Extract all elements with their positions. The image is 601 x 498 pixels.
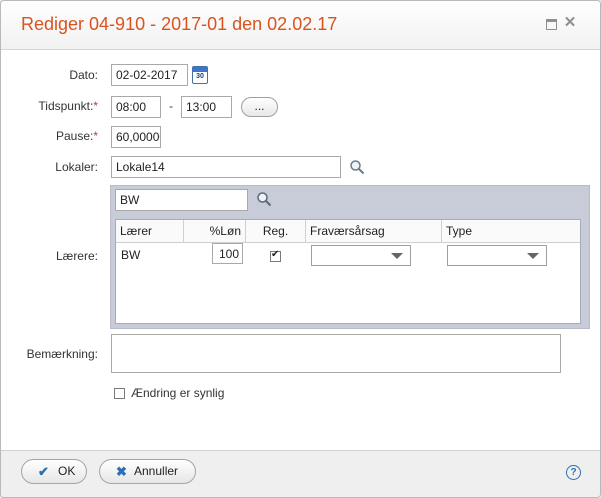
time-more-button[interactable]: ... — [241, 97, 278, 117]
column-header-teacher[interactable]: Lærer — [116, 220, 184, 242]
teacher-cell: BW — [121, 248, 141, 262]
chevron-down-icon — [391, 253, 403, 259]
cancel-button[interactable]: ✖ Annuller — [99, 459, 196, 484]
required-mark: * — [93, 99, 98, 113]
column-header-registered[interactable]: Reg. — [246, 220, 306, 242]
time-label-text: Tidspunkt: — [38, 99, 94, 113]
type-select[interactable] — [447, 245, 547, 266]
teacher-filter-input[interactable]: BW — [115, 189, 248, 211]
close-icon: ✖ — [116, 464, 127, 479]
teachers-label: Lærere: — [55, 249, 98, 263]
time-to-input[interactable]: 13:00 — [181, 96, 232, 118]
registered-checkbox[interactable] — [270, 249, 281, 262]
column-header-type[interactable]: Type — [442, 220, 578, 242]
search-icon[interactable] — [256, 191, 272, 207]
teachers-panel: BW Lærer %Løn Reg. Fraværsårsag Type BW … — [110, 185, 590, 329]
salary-pct-input[interactable]: 100 — [212, 243, 243, 264]
dialog-footer: ✔ OK ✖ Annuller ? — [1, 450, 600, 497]
date-label: Dato: — [69, 68, 98, 82]
column-header-salary[interactable]: %Løn — [184, 220, 246, 242]
time-from-input[interactable]: 08:00 — [111, 96, 161, 118]
remark-textarea[interactable] — [111, 334, 561, 373]
dialog-title: Rediger 04-910 - 2017-01 den 02.02.17 — [21, 14, 338, 34]
check-icon: ✔ — [38, 464, 49, 479]
teachers-grid: Lærer %Løn Reg. Fraværsårsag Type BW 100 — [115, 219, 581, 324]
help-icon[interactable]: ? — [566, 465, 581, 480]
visible-change-label: Ændring er synlig — [131, 386, 225, 400]
time-label: Tidspunkt:* — [21, 99, 98, 113]
teachers-grid-header: Lærer %Løn Reg. Fraværsårsag Type — [116, 220, 580, 243]
search-icon[interactable] — [349, 159, 365, 175]
cancel-button-label: Annuller — [134, 464, 179, 478]
ok-button[interactable]: ✔ OK — [21, 459, 87, 484]
absence-reason-select[interactable] — [311, 245, 411, 266]
calendar-icon[interactable]: 30 — [192, 66, 208, 84]
remark-label: Bemærkning: — [26, 347, 98, 361]
pause-input[interactable]: 60,00000 — [111, 126, 161, 148]
required-mark: * — [93, 129, 98, 143]
pause-label-text: Pause: — [55, 129, 94, 143]
date-input[interactable]: 02-02-2017 — [111, 64, 188, 86]
rooms-input[interactable]: Lokale14 — [111, 156, 341, 178]
time-separator: - — [169, 99, 173, 113]
dialog-titlebar: Rediger 04-910 - 2017-01 den 02.02.17 ✕ — [1, 1, 600, 50]
column-header-absence-reason[interactable]: Fraværsårsag — [306, 220, 442, 242]
visible-change-checkbox[interactable] — [114, 388, 125, 399]
pause-label: Pause:* — [21, 129, 98, 143]
ok-button-label: OK — [58, 464, 76, 478]
edit-dialog: Rediger 04-910 - 2017-01 den 02.02.17 ✕ … — [0, 0, 601, 498]
maximize-icon[interactable] — [544, 16, 558, 30]
chevron-down-icon — [527, 253, 539, 259]
rooms-label: Lokaler: — [55, 160, 98, 174]
close-icon[interactable]: ✕ — [563, 15, 577, 30]
